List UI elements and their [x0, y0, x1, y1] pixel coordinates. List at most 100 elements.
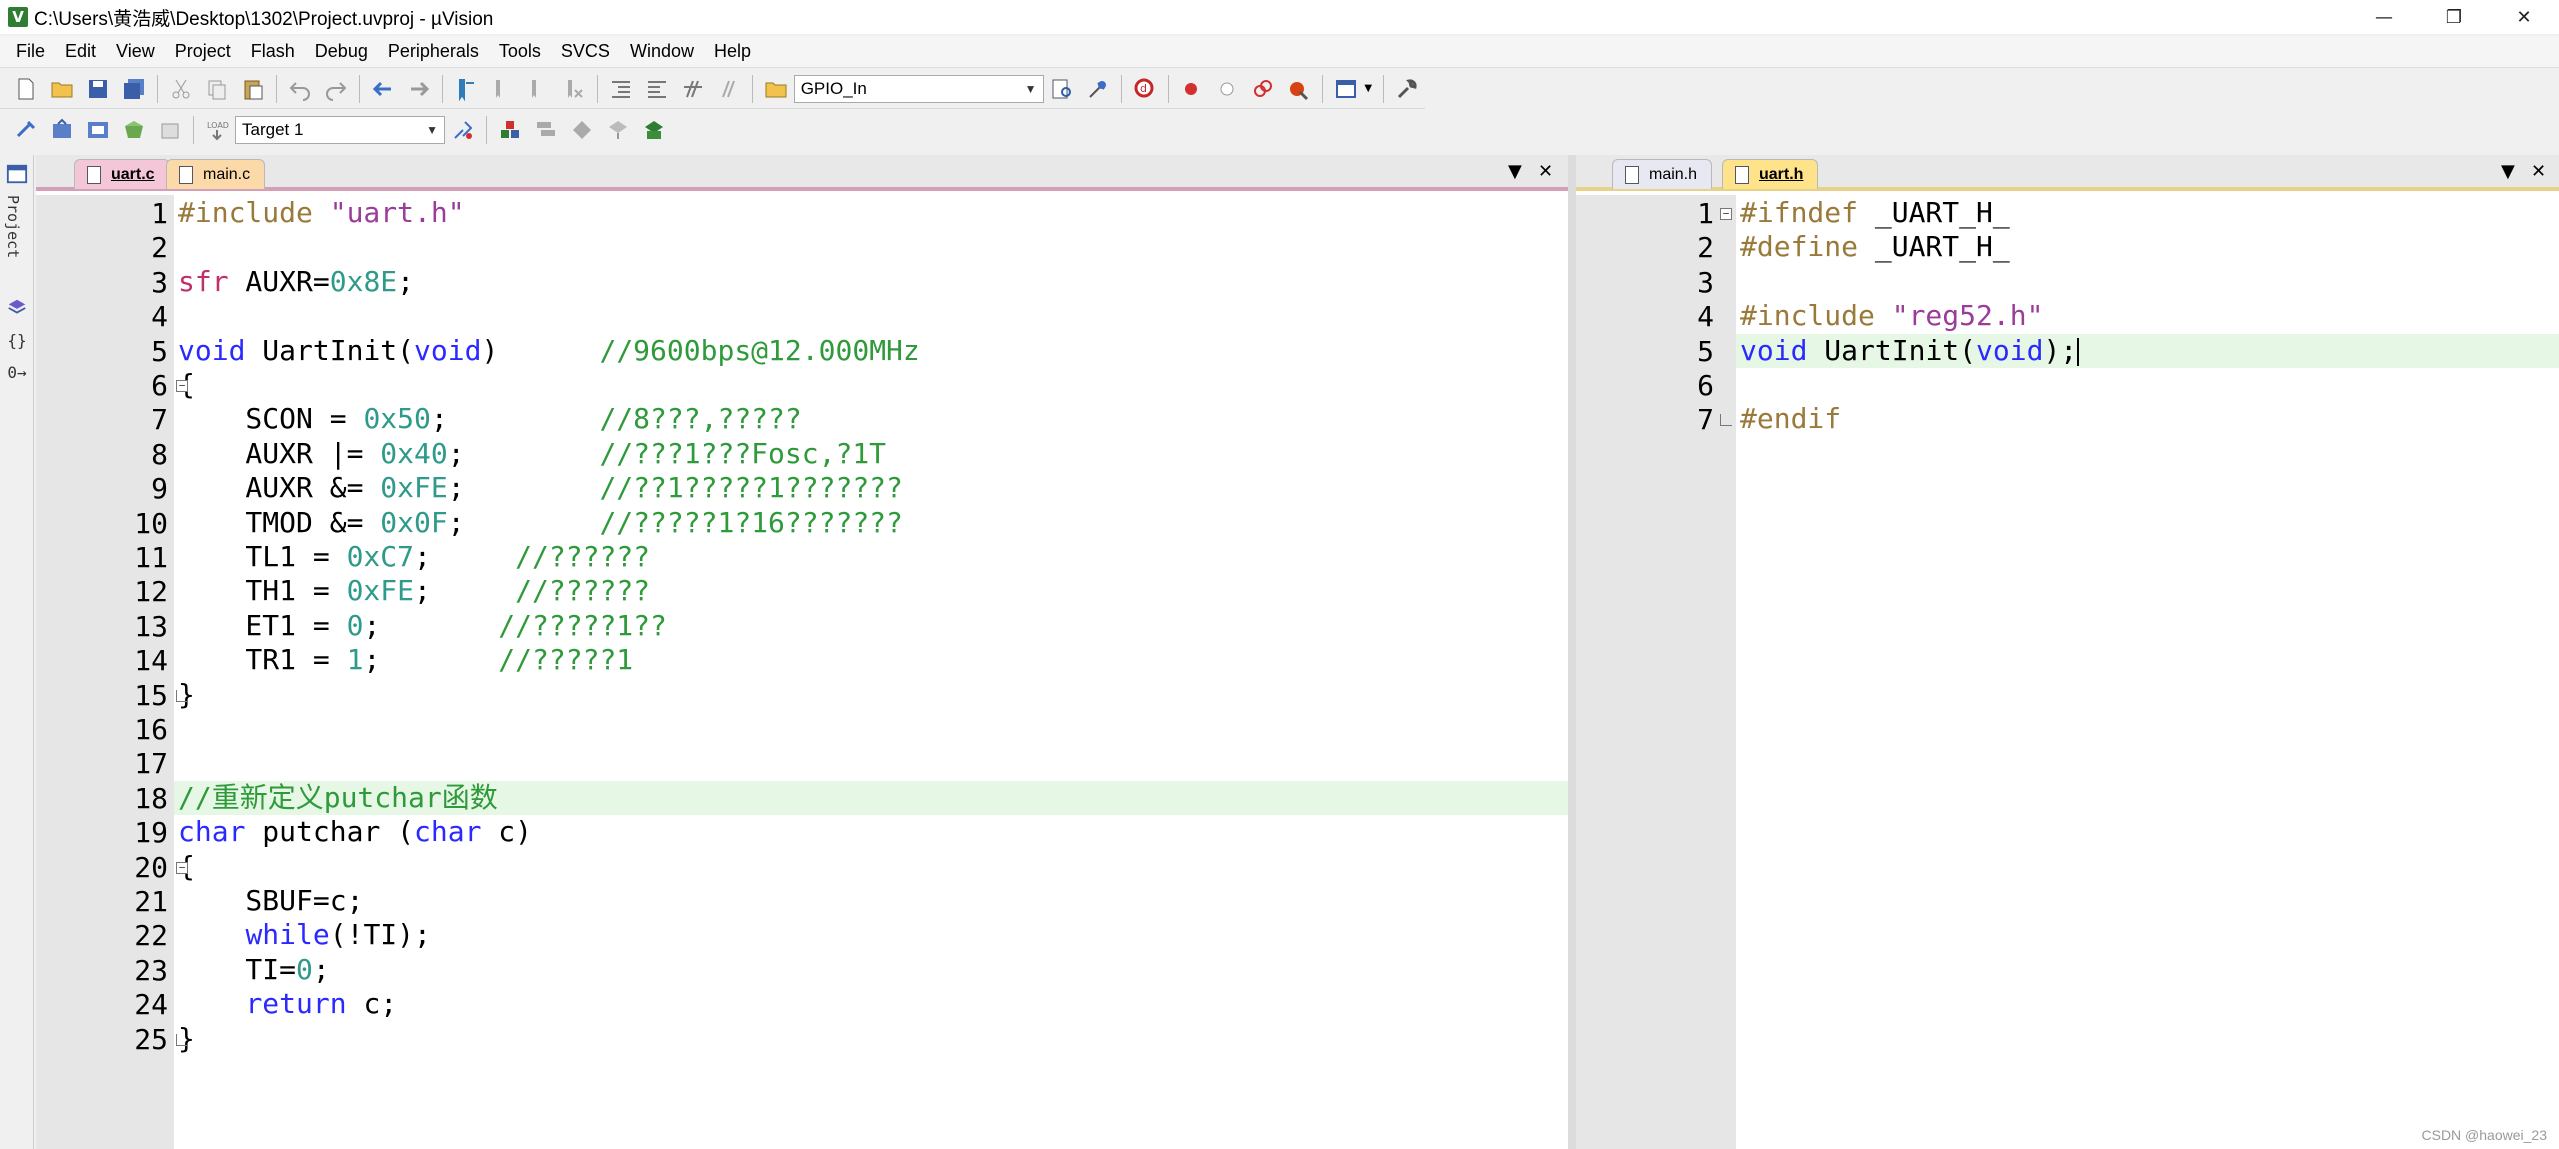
tab-uart-h[interactable]: uart.h [1722, 159, 1819, 189]
bookmark-next-icon[interactable] [523, 74, 553, 104]
code-token: #include [1740, 299, 1892, 333]
templates-icon[interactable]: 0→ [4, 359, 30, 385]
code-editor-right[interactable]: #ifndef _UART_H_ #define _UART_H_ #include… [1736, 195, 2559, 1149]
indent-icon[interactable] [606, 74, 636, 104]
close-button[interactable]: ✕ [2489, 0, 2559, 34]
code-line: TR1 = 1; //?????1 [178, 643, 633, 677]
fold-collapse-icon[interactable]: − [176, 380, 188, 392]
restore-button[interactable]: ❐ [2419, 0, 2489, 34]
menu-view[interactable]: View [106, 39, 165, 64]
code-token: //重新定义putchar函数 [178, 780, 498, 814]
line-number: 22 [134, 919, 168, 953]
file-icon [1735, 165, 1749, 184]
breakpoint-kill-all-icon[interactable] [1284, 74, 1314, 104]
rte-icon[interactable] [567, 115, 597, 145]
uncomment-icon[interactable] [714, 74, 744, 104]
find-combo[interactable]: GPIO_In ▼ [793, 74, 1044, 103]
line-number: 23 [134, 953, 168, 987]
menu-tools[interactable]: Tools [489, 39, 551, 64]
new-file-icon[interactable] [11, 74, 41, 104]
translate-icon[interactable] [11, 115, 41, 145]
project-tab-label[interactable]: Project [4, 195, 22, 258]
fold-collapse-icon[interactable]: − [1720, 208, 1732, 220]
download-icon[interactable]: LOAD [202, 115, 232, 145]
batch-build-icon[interactable] [119, 115, 149, 145]
functions-icon[interactable]: {} [4, 327, 30, 353]
close-tab-button[interactable]: ✕ [2531, 161, 2546, 182]
comment-icon[interactable] [678, 74, 708, 104]
line-number: 4 [151, 300, 168, 334]
cut-icon[interactable] [166, 74, 196, 104]
books-icon[interactable] [4, 295, 30, 321]
breakpoint-icon[interactable] [1177, 74, 1207, 104]
menu-file[interactable]: File [6, 39, 55, 64]
minimize-button[interactable]: — [2349, 0, 2419, 34]
code-line: #include "uart.h" [178, 196, 465, 230]
debug-session-icon[interactable]: d [1130, 74, 1160, 104]
window-layout-icon[interactable] [1331, 74, 1361, 104]
pane-splitter[interactable] [1568, 155, 1576, 1149]
tab-uart-c[interactable]: uart.c [74, 159, 170, 189]
toolbar-separator [1383, 74, 1385, 103]
menu-project[interactable]: Project [165, 39, 241, 64]
select-software-packs-icon[interactable] [639, 115, 669, 145]
unindent-icon[interactable] [642, 74, 672, 104]
line-number: 3 [151, 265, 168, 299]
menu-help[interactable]: Help [704, 39, 761, 64]
window-title: C:\Users\黄浩威\Desktop\1302\Project.uvproj… [34, 8, 494, 30]
redo-icon[interactable] [321, 74, 351, 104]
file-extensions-icon[interactable] [531, 115, 561, 145]
toolbar-separator [1120, 74, 1122, 103]
editor-pane-right: main.h uart.h ▼ ✕ #ifndef _UART_H_ #defin… [1576, 155, 2559, 1149]
line-number: 20 [134, 850, 168, 884]
build-icon[interactable] [47, 115, 77, 145]
stop-build-icon[interactable] [155, 115, 185, 145]
paste-icon[interactable] [238, 74, 268, 104]
manage-components-icon[interactable] [495, 115, 525, 145]
bookmark-clear-icon[interactable] [559, 74, 589, 104]
breakpoint-disable-all-icon[interactable] [1248, 74, 1278, 104]
menu-window[interactable]: Window [620, 39, 704, 64]
menu-edit[interactable]: Edit [55, 39, 106, 64]
menu-svcs[interactable]: SVCS [551, 39, 620, 64]
target-combo[interactable]: Target 1 ▼ [235, 116, 445, 144]
save-all-icon[interactable] [119, 74, 149, 104]
fold-collapse-icon[interactable]: − [176, 861, 188, 874]
nav-forward-icon[interactable] [404, 74, 434, 104]
undo-icon[interactable] [285, 74, 315, 104]
copy-icon[interactable] [202, 74, 232, 104]
incremental-find-icon[interactable] [1083, 74, 1113, 104]
tab-main-h[interactable]: main.h [1612, 159, 1713, 189]
breakpoint-disabled-icon[interactable] [1212, 74, 1242, 104]
code-token: 0xFE [346, 574, 415, 608]
pack-installer-icon[interactable] [603, 115, 633, 145]
target-options-icon[interactable] [448, 115, 478, 145]
code-editor-left[interactable]: #include "uart.h" sfr AUXR=0x8E; void Uart… [174, 195, 1568, 1149]
code-line: void UartInit(void); [1740, 334, 2080, 368]
save-icon[interactable] [83, 74, 113, 104]
tab-main-c[interactable]: main.c [166, 159, 266, 189]
open-folder-icon[interactable] [47, 74, 77, 104]
line-number: 25 [134, 1022, 168, 1056]
code-token: ; [430, 402, 600, 436]
rebuild-icon[interactable] [83, 115, 113, 145]
tab-list-dropdown[interactable]: ▼ [2501, 161, 2515, 182]
nav-back-icon[interactable] [368, 74, 398, 104]
code-line: char putchar (char c) [178, 815, 532, 849]
menu-flash[interactable]: Flash [241, 39, 305, 64]
bookmark-prev-icon[interactable] [487, 74, 517, 104]
line-number: 1 [151, 197, 168, 230]
project-window-icon[interactable] [4, 161, 30, 187]
bookmark-icon[interactable] [451, 74, 481, 104]
close-tab-button[interactable]: ✕ [1538, 161, 1553, 182]
file-icon [1625, 165, 1639, 184]
find-icon[interactable] [1047, 74, 1077, 104]
menu-peripherals[interactable]: Peripherals [378, 39, 489, 64]
chevron-down-icon[interactable]: ▼ [1364, 83, 1372, 94]
tab-list-dropdown[interactable]: ▼ [1508, 161, 1522, 182]
find-in-files-icon[interactable] [761, 74, 791, 104]
menu-debug[interactable]: Debug [305, 39, 378, 64]
wrench-icon[interactable] [1392, 74, 1422, 104]
code-token: void [178, 333, 246, 367]
tab-label: main.h [1649, 165, 1698, 183]
